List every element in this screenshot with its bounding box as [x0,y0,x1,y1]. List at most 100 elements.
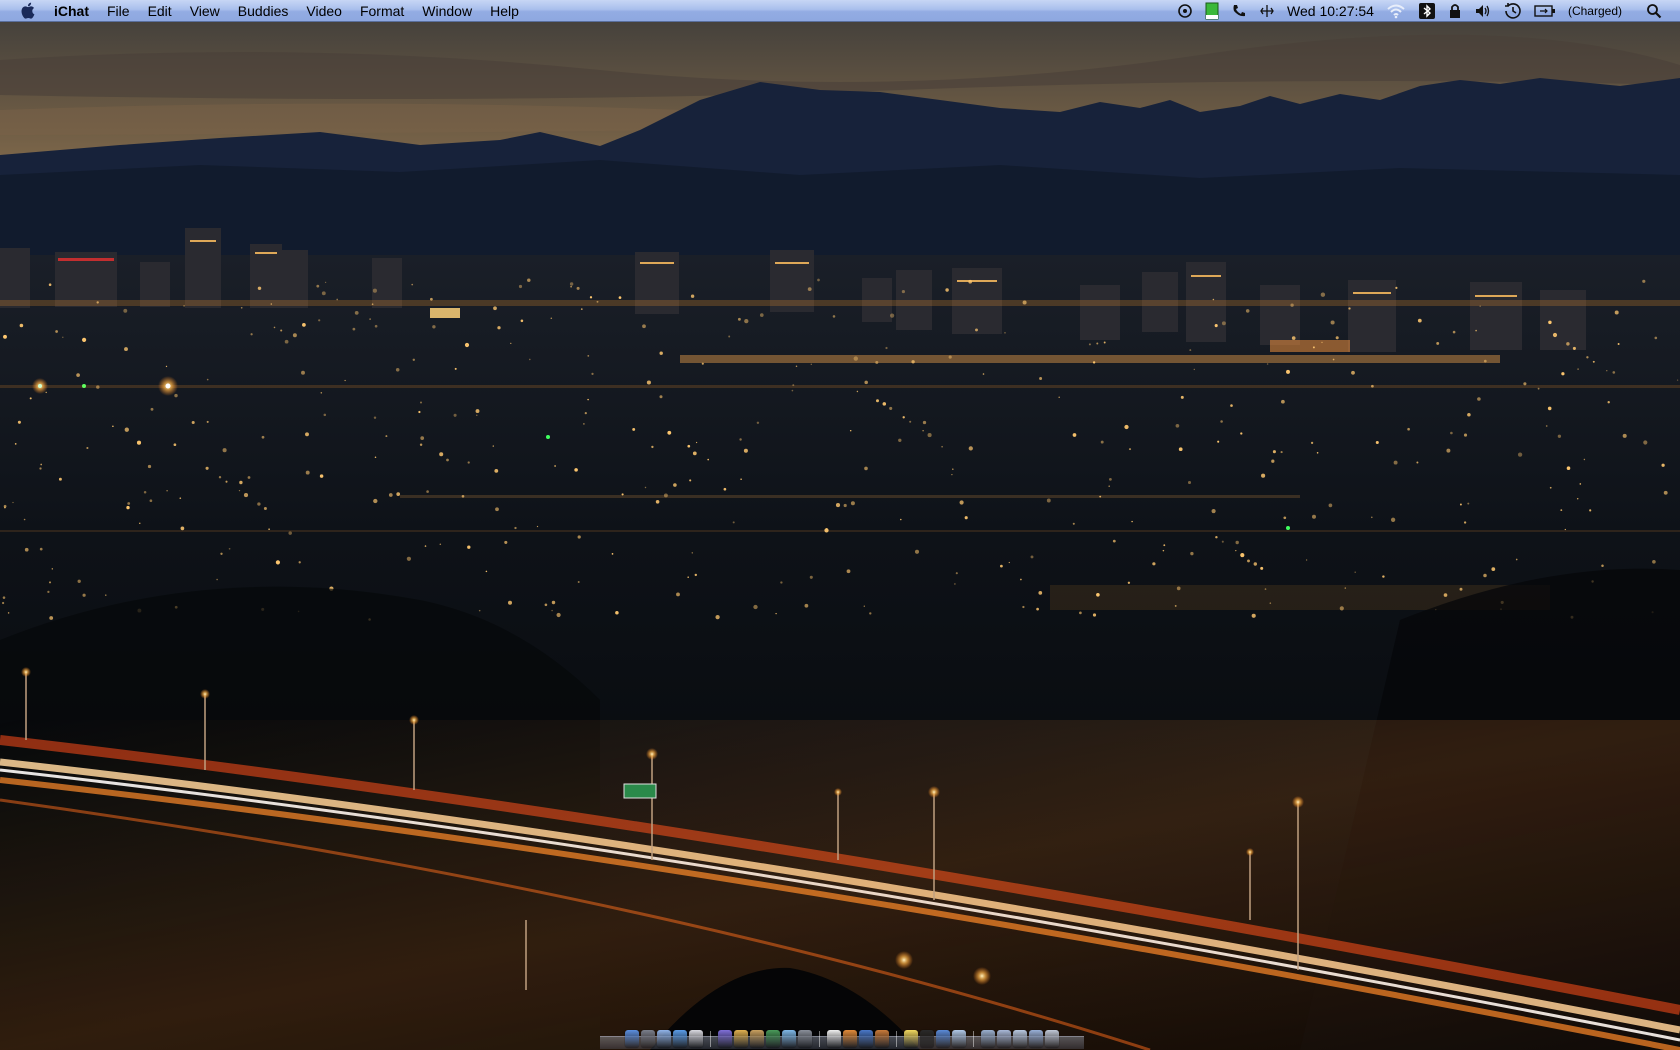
city-light [723,487,727,491]
time-machine-icon[interactable] [1498,0,1528,22]
folder-stack-icon[interactable] [1029,1030,1043,1048]
city-light [292,333,297,338]
ichat-icon[interactable] [718,1030,732,1048]
city-light [250,333,253,336]
city-light [372,288,377,293]
city-light [551,600,556,605]
menu-video[interactable]: Video [297,0,351,22]
battery-meter-icon[interactable] [1199,0,1225,22]
itunes-icon[interactable] [782,1030,796,1048]
city-light [621,493,624,496]
ical-icon[interactable] [689,1030,703,1048]
city-light [257,502,261,506]
city-light [1612,371,1616,374]
downloads-stack-icon[interactable] [997,1030,1011,1048]
city-light [1212,298,1215,301]
city-light [810,363,813,366]
city-light [320,392,323,394]
keynote-icon[interactable] [859,1030,873,1048]
bluetooth-icon[interactable] [1412,0,1442,22]
city-light [518,284,523,289]
city-light [775,612,777,615]
city-light [1452,330,1456,334]
city-light [885,346,888,350]
iphoto-icon[interactable] [766,1030,780,1048]
city-light [914,549,920,554]
city-light [1467,413,1471,417]
menu-view[interactable]: View [181,0,229,22]
documents-stack-icon[interactable] [981,1030,995,1048]
safari-icon[interactable] [673,1030,687,1048]
dashboard-icon[interactable] [641,1030,655,1048]
city-light [922,420,927,425]
sync-icon[interactable] [1171,0,1199,22]
city-light [411,283,414,286]
city-light [1589,509,1592,512]
app-store-icon[interactable] [952,1030,966,1048]
pages-icon[interactable] [843,1030,857,1048]
volume-icon[interactable] [1468,0,1498,22]
city-light [577,581,580,583]
city-light [1537,387,1540,390]
battery-status[interactable]: (Charged) [1562,0,1628,22]
address-book-icon[interactable] [734,1030,748,1048]
city-light [284,339,289,344]
menubar-clock[interactable]: Wed 10:27:54 [1281,0,1380,22]
city-light [17,420,21,424]
city-light [1417,318,1422,323]
city-light [954,583,956,585]
numbers-icon[interactable] [875,1030,889,1048]
finder-icon[interactable] [625,1030,639,1048]
preview-icon[interactable] [750,1030,764,1048]
mail-icon[interactable] [657,1030,671,1048]
city-light [824,528,829,533]
menu-help[interactable]: Help [481,0,528,22]
city-light [1515,558,1518,561]
city-light [835,503,841,508]
city-light [1371,384,1374,388]
menu-edit[interactable]: Edit [139,0,181,22]
menu-format[interactable]: Format [351,0,413,22]
city-light [1290,303,1294,307]
apple-menu-icon[interactable] [18,1,36,21]
terminal-icon[interactable] [920,1030,934,1048]
city-light [587,354,590,357]
phone-icon[interactable] [1225,0,1253,22]
city-light [406,556,412,561]
city-light [1187,480,1192,485]
app-menu-ichat[interactable]: iChat [52,0,98,22]
menu-file[interactable]: File [98,0,139,22]
spotlight-icon[interactable] [1628,0,1668,22]
applications-stack-icon[interactable] [1013,1030,1027,1048]
city-light [1339,606,1344,611]
city-light [715,614,720,620]
city-light [77,579,81,583]
city-light [1566,342,1570,346]
city-light [321,291,326,296]
trash-icon[interactable] [1045,1030,1059,1048]
quicktime-icon[interactable] [936,1030,950,1048]
battery-icon[interactable] [1528,0,1562,22]
city-light [968,446,973,451]
stickies-icon[interactable] [904,1030,918,1048]
menu-buddies[interactable]: Buddies [229,0,298,22]
city-light [694,573,698,577]
menu-window[interactable]: Window [413,0,481,22]
lock-icon[interactable] [1442,0,1468,22]
city-light [446,458,449,462]
city-light [1214,324,1218,328]
city-light [1221,321,1226,326]
city-light [1235,549,1237,552]
wifi-icon[interactable] [1380,0,1412,22]
network-icon[interactable] [1253,0,1281,22]
city-light [1000,564,1003,568]
city-light [753,604,758,610]
city-light [1190,551,1194,556]
city-light [432,325,436,329]
city-light [305,470,310,475]
city-light [945,288,949,292]
city-light [687,444,691,448]
city-light [1572,346,1576,350]
textedit-icon[interactable] [827,1030,841,1048]
system-preferences-icon[interactable] [798,1030,812,1048]
